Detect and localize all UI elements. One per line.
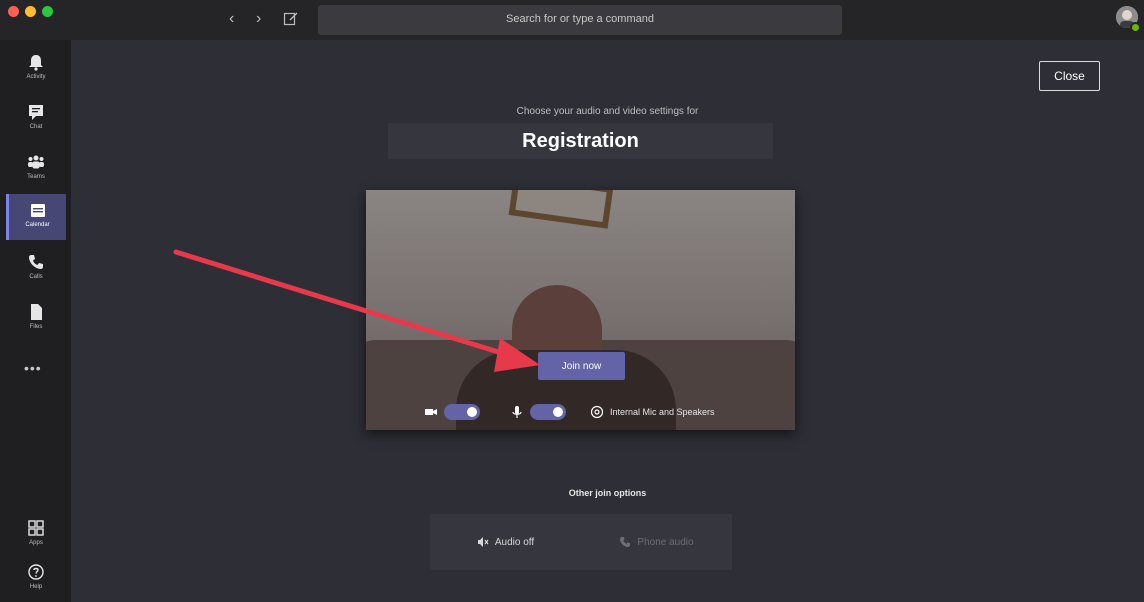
- app-rail: Activity Chat Teams Calendar Calls Files…: [0, 40, 71, 602]
- microphone-icon: [512, 406, 522, 418]
- rail-item-label: Files: [29, 324, 43, 330]
- phone-audio-button[interactable]: Phone audio: [581, 514, 732, 570]
- audio-off-button[interactable]: Audio off: [430, 514, 581, 570]
- choose-settings-text: Choose your audio and video settings for: [516, 106, 699, 117]
- close-button[interactable]: Close: [1039, 61, 1100, 91]
- rail-item-help[interactable]: Help: [8, 556, 64, 602]
- audio-off-label: Audio off: [494, 536, 535, 548]
- other-join-options-label: Other join options: [568, 488, 647, 498]
- settings-gear-icon[interactable]: [590, 405, 604, 419]
- more-apps-icon[interactable]: •••: [24, 360, 42, 376]
- join-now-button[interactable]: Join now: [538, 352, 625, 380]
- phone-icon: [29, 255, 43, 269]
- rail-item-label: Activity: [26, 74, 46, 80]
- meeting-title-box: Registration: [388, 123, 773, 159]
- pre-join-screen: Close Choose your audio and video settin…: [71, 40, 1144, 602]
- maximize-window-button[interactable]: [42, 6, 53, 17]
- rail-item-activity[interactable]: Activity: [8, 46, 64, 92]
- rail-item-label: Chat: [29, 124, 43, 130]
- audio-device-label[interactable]: Internal Mic and Speakers: [610, 407, 715, 417]
- microphone-toggle[interactable]: [530, 404, 566, 420]
- rail-item-teams[interactable]: Teams: [8, 146, 64, 192]
- rail-item-chat[interactable]: Chat: [8, 96, 64, 142]
- search-input[interactable]: Search for or type a command: [318, 5, 842, 35]
- rail-item-label: Apps: [29, 540, 43, 546]
- title-bar: ‹ › Search for or type a command: [0, 0, 1144, 40]
- rail-item-calendar[interactable]: Calendar: [6, 194, 66, 240]
- camera-toggle[interactable]: [444, 404, 480, 420]
- forward-arrow-icon[interactable]: ›: [256, 9, 261, 29]
- teams-icon: [28, 155, 44, 169]
- meeting-title: Registration: [522, 129, 639, 152]
- minimize-window-button[interactable]: [25, 6, 36, 17]
- chat-icon: [29, 105, 43, 120]
- phone-icon: [620, 537, 631, 547]
- close-window-button[interactable]: [8, 6, 19, 17]
- phone-audio-label: Phone audio: [637, 536, 694, 548]
- rail-item-files[interactable]: Files: [8, 296, 64, 342]
- video-preview: Join now Internal Mic and Speakers: [366, 190, 795, 430]
- calendar-icon: [30, 204, 45, 217]
- file-icon: [31, 304, 42, 320]
- speaker-off-icon: [477, 537, 489, 547]
- compose-icon[interactable]: [283, 10, 299, 26]
- help-icon: [28, 564, 44, 580]
- back-arrow-icon[interactable]: ‹: [229, 9, 234, 29]
- rail-item-label: Calls: [29, 274, 43, 280]
- other-join-options: Audio off Phone audio: [430, 514, 732, 570]
- rail-item-label: Teams: [27, 174, 45, 180]
- rail-item-apps[interactable]: Apps: [8, 512, 64, 558]
- bell-icon: [29, 55, 43, 71]
- device-controls: Internal Mic and Speakers: [424, 402, 715, 422]
- rail-item-label: Calendar: [25, 222, 50, 228]
- apps-icon: [28, 520, 44, 536]
- rail-item-calls[interactable]: Calls: [8, 246, 64, 292]
- presence-available-icon: [1130, 22, 1141, 33]
- search-placeholder: Search for or type a command: [506, 13, 654, 25]
- window-controls: [8, 6, 53, 17]
- rail-item-label: Help: [29, 584, 43, 590]
- camera-icon: [425, 409, 437, 415]
